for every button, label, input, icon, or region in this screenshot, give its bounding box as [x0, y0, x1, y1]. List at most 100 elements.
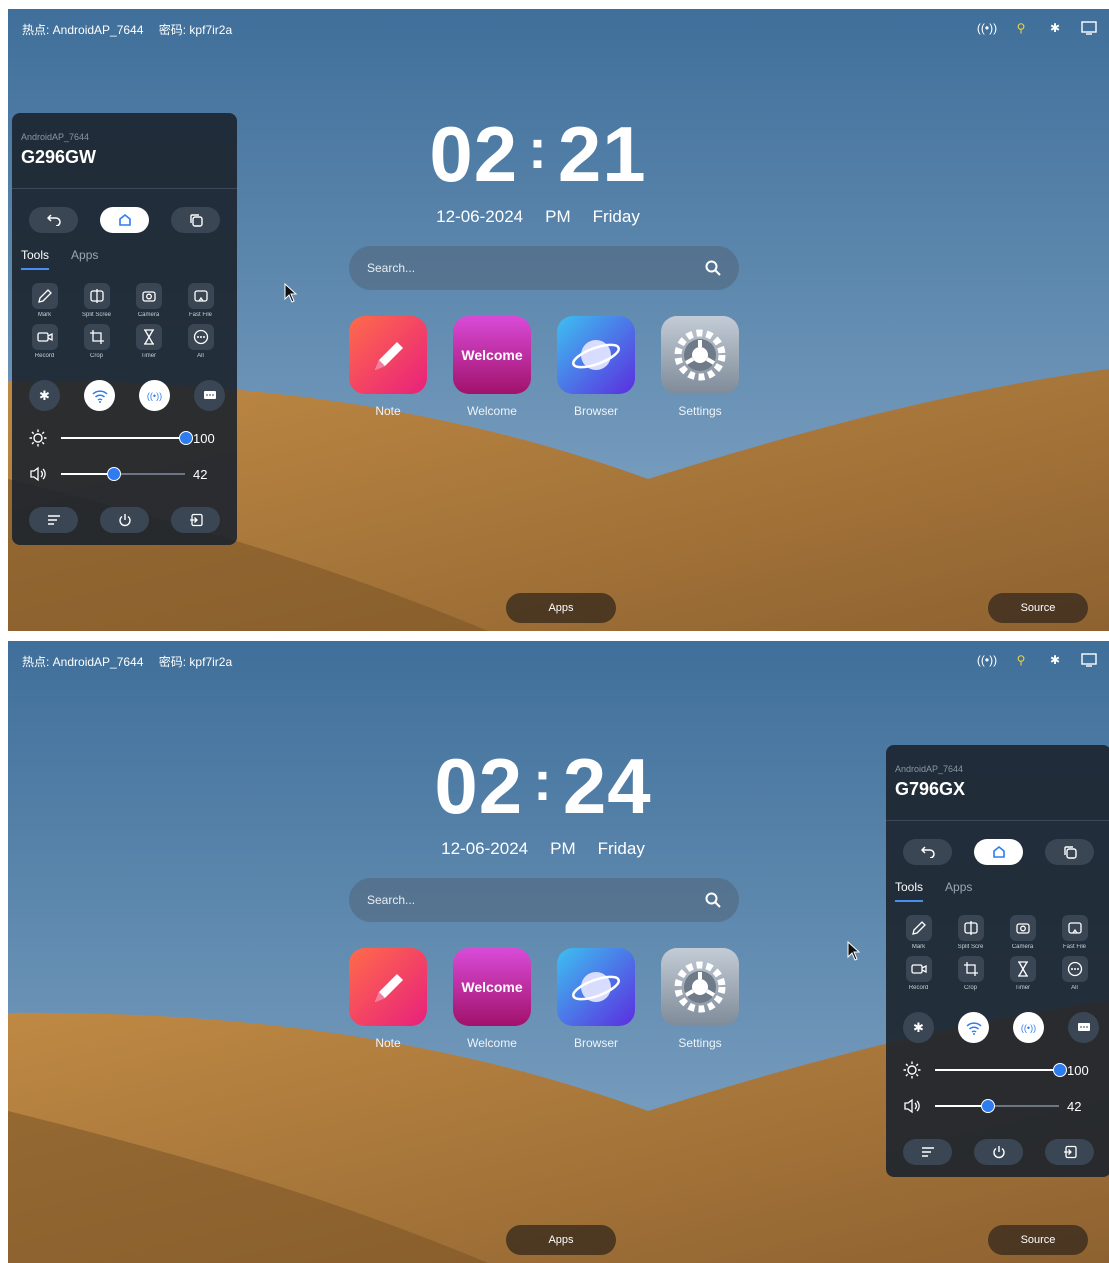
wifi-toggle[interactable]: [958, 1012, 989, 1043]
brightness-slider[interactable]: 100: [29, 428, 229, 448]
app-welcome[interactable]: Welcome Welcome: [453, 948, 531, 1050]
tool-fast-file[interactable]: Fast File: [1059, 915, 1090, 950]
ethernet-icon: [203, 390, 216, 399]
back-icon: [920, 846, 935, 858]
tab-tools[interactable]: Tools: [895, 880, 924, 902]
hotspot-toggle[interactable]: ((•)): [1013, 1012, 1044, 1043]
menu-icon: [921, 1147, 934, 1157]
app-note[interactable]: Note: [349, 948, 427, 1050]
apps-button[interactable]: Apps: [506, 593, 616, 623]
recents-button[interactable]: [171, 207, 220, 233]
menu-icon: [47, 515, 60, 525]
tool-camera[interactable]: Camera: [133, 283, 164, 318]
app-note[interactable]: Note: [349, 316, 427, 418]
clock-ampm: PM: [545, 207, 571, 226]
tool-label: Split Scre: [957, 944, 984, 950]
bluetooth-icon: ✱: [39, 387, 50, 403]
app-welcome[interactable]: Welcome Welcome: [453, 316, 531, 418]
tool-all[interactable]: All: [185, 324, 216, 359]
tab-apps[interactable]: Apps: [945, 880, 972, 902]
bluetooth-toggle[interactable]: ✱: [29, 380, 60, 411]
wifi-icon: [965, 1021, 982, 1035]
input-source-button[interactable]: [1045, 1139, 1094, 1165]
source-button[interactable]: Source: [988, 1225, 1088, 1255]
password-label: 密码: kpf7ir2a: [158, 23, 233, 37]
volume-knob[interactable]: [107, 467, 121, 481]
search-bar[interactable]: Search...: [349, 246, 739, 290]
mouse-cursor: [284, 283, 298, 303]
app-browser[interactable]: Browser: [557, 948, 635, 1050]
screen-share-icon[interactable]: [1079, 650, 1099, 670]
planet-icon[interactable]: [557, 316, 635, 394]
tool-crop[interactable]: Crop: [81, 324, 112, 359]
input-source-button[interactable]: [171, 507, 220, 533]
recents-button[interactable]: [1045, 839, 1094, 865]
source-button[interactable]: Source: [988, 593, 1088, 623]
tool-all[interactable]: All: [1059, 956, 1090, 991]
hotspot-icon[interactable]: ((•)): [977, 18, 997, 38]
bluetooth-icon[interactable]: ✱: [1045, 650, 1065, 670]
menu-button[interactable]: [29, 507, 78, 533]
menu-button[interactable]: [903, 1139, 952, 1165]
power-button[interactable]: [100, 507, 149, 533]
back-button[interactable]: [29, 207, 78, 233]
tool-label: Fast File: [188, 312, 212, 318]
tool-mark[interactable]: Mark: [903, 915, 934, 950]
home-button[interactable]: [974, 839, 1023, 865]
bluetooth-toggle[interactable]: ✱: [903, 1012, 934, 1043]
usb-icon[interactable]: ⚲: [1011, 18, 1031, 38]
wifi-toggle[interactable]: [84, 380, 115, 411]
pen-icon[interactable]: [349, 948, 427, 1026]
gear-icon[interactable]: [661, 948, 739, 1026]
tool-timer[interactable]: Timer: [133, 324, 164, 359]
back-button[interactable]: [903, 839, 952, 865]
clock-date-row: 12-06-2024 PM Friday: [428, 839, 658, 859]
volume-value: 42: [193, 466, 208, 482]
search-bar[interactable]: Search...: [349, 878, 739, 922]
gear-icon[interactable]: [661, 316, 739, 394]
tools-grid: Mark Split Scre Camera Fast File Record …: [903, 915, 1099, 991]
volume-slider[interactable]: 42: [29, 464, 229, 484]
tool-label: Timer: [140, 353, 157, 359]
app-launcher: Note Welcome Welcome Browser Settings: [349, 948, 739, 1050]
search-icon[interactable]: [705, 260, 721, 276]
hotspot-toggle[interactable]: ((•)): [139, 380, 170, 411]
welcome-icon[interactable]: Welcome: [453, 316, 531, 394]
app-label: Settings: [678, 404, 722, 418]
tool-camera[interactable]: Camera: [1007, 915, 1038, 950]
tab-apps[interactable]: Apps: [71, 248, 98, 270]
tool-crop[interactable]: Crop: [955, 956, 986, 991]
tool-record[interactable]: Record: [903, 956, 934, 991]
screen-share-icon[interactable]: [1079, 18, 1099, 38]
tool-record[interactable]: Record: [29, 324, 60, 359]
bluetooth-icon[interactable]: ✱: [1045, 18, 1065, 38]
search-icon[interactable]: [705, 892, 721, 908]
pen-icon[interactable]: [349, 316, 427, 394]
power-button[interactable]: [974, 1139, 1023, 1165]
tool-split-screen[interactable]: Split Scre: [955, 915, 986, 950]
brightness-slider[interactable]: 100: [903, 1060, 1103, 1080]
app-settings[interactable]: Settings: [661, 948, 739, 1050]
ethernet-toggle[interactable]: [1068, 1012, 1099, 1043]
volume-knob[interactable]: [981, 1099, 995, 1113]
planet-icon[interactable]: [557, 948, 635, 1026]
tool-timer[interactable]: Timer: [1007, 956, 1038, 991]
brightness-knob[interactable]: [1053, 1063, 1067, 1077]
tool-mark[interactable]: Mark: [29, 283, 60, 318]
hotspot-icon[interactable]: ((•)): [977, 650, 997, 670]
tool-fast-file[interactable]: Fast File: [185, 283, 216, 318]
home-button[interactable]: [100, 207, 149, 233]
panel-nav-row: [903, 839, 1094, 865]
apps-button[interactable]: Apps: [506, 1225, 616, 1255]
volume-slider[interactable]: 42: [903, 1096, 1103, 1116]
tool-split-screen[interactable]: Split Scree: [81, 283, 112, 318]
quick-panel: AndroidAP_7644 G796GX Tools Apps Mark Sp…: [886, 745, 1109, 1177]
welcome-icon[interactable]: Welcome: [453, 948, 531, 1026]
app-settings[interactable]: Settings: [661, 316, 739, 418]
usb-icon[interactable]: ⚲: [1011, 650, 1031, 670]
brightness-knob[interactable]: [179, 431, 193, 445]
tool-label: Mark: [37, 312, 52, 318]
ethernet-toggle[interactable]: [194, 380, 225, 411]
app-browser[interactable]: Browser: [557, 316, 635, 418]
tab-tools[interactable]: Tools: [21, 248, 50, 270]
